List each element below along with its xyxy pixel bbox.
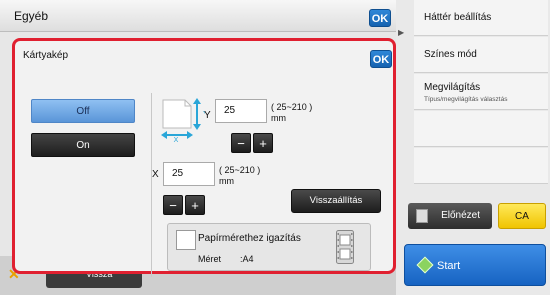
side-item-exposure[interactable]: Megvilágítás Típus/megvilágítás választá… [414,74,548,110]
x-range-text: ( 25~210 ) mm [219,165,260,187]
background-ok-button[interactable]: OK [369,9,391,27]
x-plus-button[interactable]: + [185,195,205,215]
popup-title: Kártyakép [23,50,69,61]
background-title: Egyéb [14,9,49,23]
y-label: Y [204,110,211,121]
card-size-icon: X Y [161,98,205,142]
start-button[interactable]: Start [404,244,546,286]
paper-layout-icon[interactable] [336,230,354,264]
side-item-empty [414,111,548,147]
start-icon [416,256,434,274]
side-item-label: Háttér beállítás [424,12,492,23]
preview-label: Előnézet [441,210,480,221]
x-value-input[interactable]: 25 [163,162,215,186]
popup-header: Kártyakép OK [15,41,393,68]
paper-size-label: Méret [198,254,222,264]
y-minus-button[interactable]: − [231,133,251,153]
fit-to-paper-box: Papírmérethez igazítás Méret :A4 [167,223,371,271]
x-label: X [152,169,159,180]
y-range: ( 25~210 ) [271,102,313,112]
paper-size-value: :A4 [240,254,254,264]
y-plus-button[interactable]: + [253,133,273,153]
background-title-bar: Egyéb OK [0,0,396,32]
y-value-input[interactable]: 25 [215,99,267,123]
card-shot-popup: Kártyakép OK Off On X Y Y 25 ( 25~210 ) … [12,38,396,277]
fit-to-paper-checkbox[interactable] [176,230,196,250]
off-button[interactable]: Off [31,99,135,123]
side-item-label: Megvilágítás [424,82,481,93]
y-unit: mm [271,113,286,123]
side-item-label: Színes mód [424,49,477,60]
reset-button[interactable]: Visszaállítás [291,189,381,213]
side-panel-arrow-icon: ▶ [398,28,405,37]
preview-icon [416,209,428,223]
popup-ok-button[interactable]: OK [370,50,392,68]
on-button[interactable]: On [31,133,135,157]
divider [151,93,152,277]
side-item-empty [414,148,548,184]
x-unit: mm [219,176,234,186]
side-item-sublabel: Típus/megvilágítás választás [424,96,508,103]
svg-text:X: X [174,137,179,142]
fit-to-paper-label: Papírmérethez igazítás [198,233,301,244]
x-range: ( 25~210 ) [219,165,261,175]
side-item-background-setting[interactable]: Háttér beállítás [414,0,548,36]
x-minus-button[interactable]: − [163,195,183,215]
ca-button[interactable]: CA [498,203,546,229]
start-label: Start [437,260,461,272]
y-range-text: ( 25~210 ) mm [271,102,312,124]
side-item-color-mode[interactable]: Színes mód [414,37,548,73]
preview-button[interactable]: Előnézet [408,203,492,229]
